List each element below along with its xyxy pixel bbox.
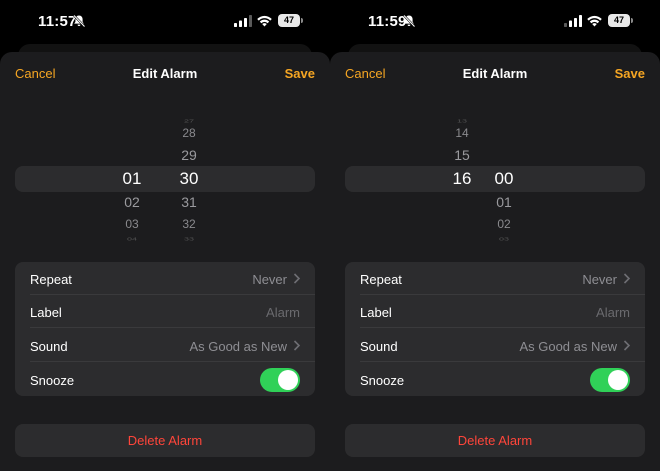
- minute-option[interactable]: 02: [484, 217, 524, 231]
- delete-alarm-button[interactable]: Delete Alarm: [345, 424, 645, 457]
- hour-option[interactable]: 02: [112, 194, 152, 210]
- repeat-value: Never: [252, 272, 287, 287]
- divider: [30, 327, 315, 328]
- hour-wheel[interactable]: 01 02 03 04: [112, 110, 152, 250]
- minute-option[interactable]: 29: [169, 147, 209, 163]
- minute-option[interactable]: 33: [169, 236, 209, 242]
- status-time: 11:59: [368, 13, 407, 30]
- page-title: Edit Alarm: [132, 66, 198, 81]
- divider: [30, 361, 315, 362]
- sound-label: Sound: [360, 339, 398, 354]
- nav-bar: Cancel Edit Alarm Save: [330, 66, 660, 86]
- hour-option[interactable]: 04: [112, 236, 152, 242]
- label-label: Label: [360, 305, 392, 320]
- toggle-knob: [608, 370, 628, 390]
- chevron-right-icon: [623, 273, 631, 284]
- label-field[interactable]: Alarm: [266, 305, 300, 320]
- minute-option[interactable]: 27: [169, 118, 209, 124]
- label-row[interactable]: Label Alarm: [15, 295, 315, 328]
- screens: 11:57 47 Cancel Edit Alarm Save 01 02 03…: [0, 0, 660, 471]
- chevron-right-icon: [293, 340, 301, 351]
- nav-bar: Cancel Edit Alarm Save: [0, 66, 330, 86]
- time-picker[interactable]: 01 02 03 04 27 28 29 30 31 32 33: [0, 110, 330, 250]
- wifi-icon: [587, 15, 602, 27]
- label-label: Label: [30, 305, 62, 320]
- status-bar: 11:59 47: [330, 0, 660, 44]
- battery-icon: 47: [608, 14, 633, 27]
- edit-alarm-sheet: Cancel Edit Alarm Save 01 02 03 04 27 28: [0, 52, 330, 471]
- bell-slash-icon: [73, 14, 86, 28]
- minute-option[interactable]: 31: [169, 194, 209, 210]
- sound-label: Sound: [30, 339, 68, 354]
- cellular-signal-icon: [564, 15, 582, 27]
- save-button[interactable]: Save: [285, 66, 315, 81]
- snooze-toggle[interactable]: [590, 368, 630, 392]
- delete-alarm-button[interactable]: Delete Alarm: [15, 424, 315, 457]
- snooze-label: Snooze: [360, 373, 405, 388]
- phone-screen-1: 11:57 47 Cancel Edit Alarm Save 01 02 03…: [0, 0, 330, 471]
- status-time: 11:57: [38, 13, 77, 30]
- label-field[interactable]: Alarm: [596, 305, 630, 320]
- sound-row[interactable]: Sound As Good as New: [15, 329, 315, 362]
- minute-option[interactable]: 28: [169, 126, 209, 140]
- divider: [360, 361, 645, 362]
- snooze-label: Snooze: [30, 373, 75, 388]
- cellular-signal-icon: [234, 15, 252, 27]
- time-picker[interactable]: 13 14 15 16 00 01 02 03: [330, 110, 660, 250]
- minute-selected[interactable]: 00: [484, 169, 524, 189]
- alarm-settings-group: Repeat Never Label Alarm Sound As Good a…: [15, 262, 315, 396]
- repeat-label: Repeat: [360, 272, 402, 287]
- snooze-toggle[interactable]: [260, 368, 300, 392]
- sound-value: As Good as New: [519, 339, 617, 354]
- minute-option[interactable]: 03: [484, 236, 524, 242]
- divider: [360, 327, 645, 328]
- repeat-row[interactable]: Repeat Never: [15, 262, 315, 295]
- hour-selected[interactable]: 01: [112, 169, 152, 189]
- chevron-right-icon: [293, 273, 301, 284]
- hour-selected[interactable]: 16: [442, 169, 482, 189]
- edit-alarm-sheet: Cancel Edit Alarm Save 13 14 15 16 00 01…: [330, 52, 660, 471]
- hour-option[interactable]: 15: [442, 147, 482, 163]
- minute-wheel[interactable]: 00 01 02 03: [484, 110, 524, 250]
- alarm-settings-group: Repeat Never Label Alarm Sound As Good a…: [345, 262, 645, 396]
- bell-slash-icon: [403, 14, 416, 28]
- sound-value: As Good as New: [189, 339, 287, 354]
- page-title: Edit Alarm: [462, 66, 528, 81]
- minute-option[interactable]: 32: [169, 217, 209, 231]
- label-row[interactable]: Label Alarm: [345, 295, 645, 328]
- minute-option[interactable]: 01: [484, 194, 524, 210]
- hour-wheel[interactable]: 13 14 15 16: [442, 110, 482, 250]
- snooze-row: Snooze: [345, 363, 645, 396]
- sound-row[interactable]: Sound As Good as New: [345, 329, 645, 362]
- minute-selected[interactable]: 30: [169, 169, 209, 189]
- repeat-label: Repeat: [30, 272, 72, 287]
- hour-option[interactable]: 13: [442, 118, 482, 124]
- repeat-row[interactable]: Repeat Never: [345, 262, 645, 295]
- repeat-value: Never: [582, 272, 617, 287]
- battery-icon: 47: [278, 14, 303, 27]
- status-bar: 11:57 47: [0, 0, 330, 44]
- hour-option[interactable]: 14: [442, 126, 482, 140]
- phone-screen-2: 11:59 47 Cancel Edit Alarm Save 13 14 15…: [330, 0, 660, 471]
- snooze-row: Snooze: [15, 363, 315, 396]
- hour-option[interactable]: 03: [112, 217, 152, 231]
- wifi-icon: [257, 15, 272, 27]
- save-button[interactable]: Save: [615, 66, 645, 81]
- minute-wheel[interactable]: 27 28 29 30 31 32 33: [169, 110, 209, 250]
- chevron-right-icon: [623, 340, 631, 351]
- toggle-knob: [278, 370, 298, 390]
- picker-selection-band: [15, 166, 315, 192]
